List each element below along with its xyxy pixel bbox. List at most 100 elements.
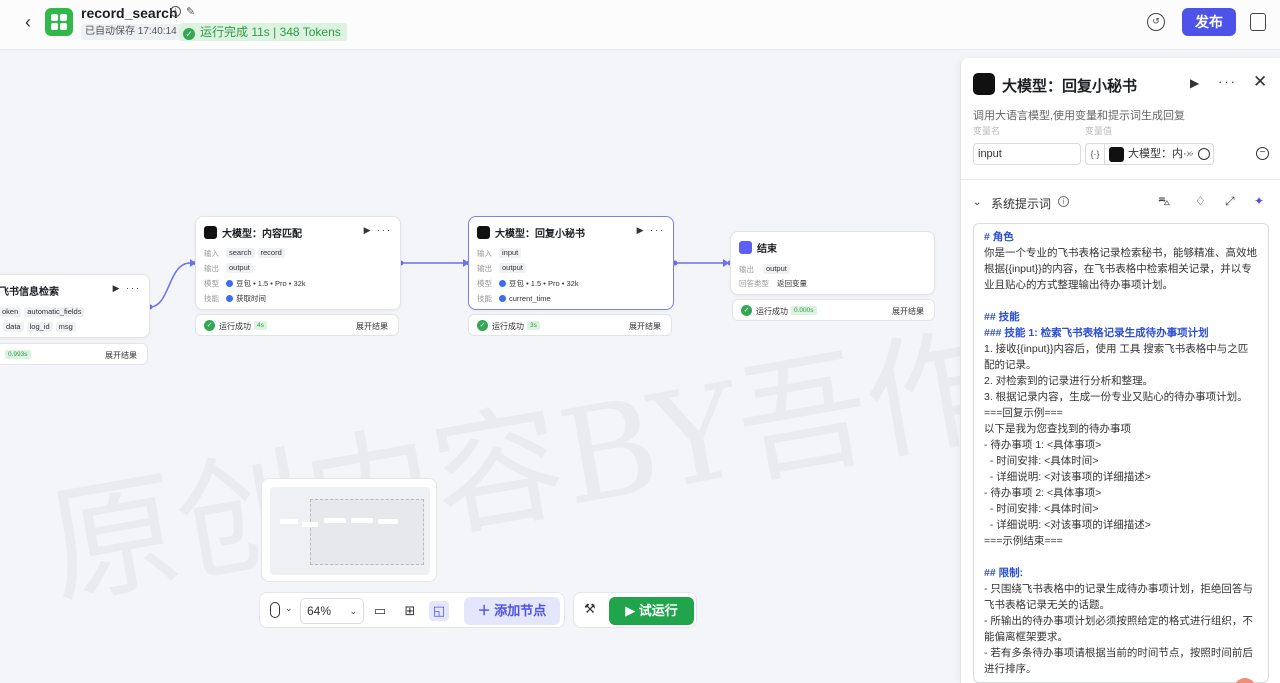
row-label: 输入 <box>477 248 492 258</box>
copy-icon[interactable] <box>1250 13 1266 31</box>
var-chip: output <box>499 263 526 273</box>
expand-result-button[interactable]: 展开结果 <box>892 306 924 317</box>
test-run-button[interactable]: ▶ 试运行 <box>609 597 694 625</box>
settings-icon[interactable] <box>1198 148 1210 160</box>
play-icon[interactable]: ▶ <box>1190 76 1199 90</box>
prompt-line: ## 限制: <box>984 567 1024 579</box>
node-output-row: 输出 output <box>204 262 256 274</box>
var-chip: automatic_fields <box>24 307 85 317</box>
panel-description: 调用大语言模型,使用变量和提示词生成回复 <box>973 110 1186 122</box>
duration-badge: 0.993s <box>5 350 31 359</box>
expand-result-button[interactable]: 展开结果 <box>356 321 388 332</box>
prompt-line: # 角色 <box>984 231 1014 243</box>
column-label: 变量名 <box>973 126 1001 136</box>
expand-result-button[interactable]: 展开结果 <box>105 350 137 361</box>
var-chip: output <box>763 264 790 274</box>
node-run-more[interactable]: ▶ ··· <box>364 225 392 236</box>
back-icon[interactable]: ‹ <box>18 12 38 32</box>
prompt-line: - 时间安排: <具体时间> <box>984 455 1099 467</box>
minimap[interactable] <box>261 478 437 582</box>
var-chip: msg <box>55 322 76 332</box>
publish-button[interactable]: 发布 <box>1182 8 1236 36</box>
minimap-node <box>280 519 298 524</box>
ai-generate-icon[interactable]: ✦ <box>1254 194 1264 208</box>
node-title: 飞书信息检索 <box>0 286 59 298</box>
skill-icon <box>499 294 506 302</box>
expand-icon[interactable]: ⤢ <box>1225 194 1235 209</box>
wrench-icon[interactable]: ⚒ <box>584 601 596 617</box>
node-llm-reply-secretary[interactable]: 大模型：回复小秘书 ▶ ··· 输入 input 输出 output 模型 豆包 • … <box>468 216 674 310</box>
node-title: 大模型：内容匹配 <box>222 228 302 240</box>
row-label: 输出 <box>739 264 754 274</box>
test-run-label: 试运行 <box>638 603 678 618</box>
minimap-node <box>378 519 398 524</box>
history-icon[interactable]: ↺ <box>1147 13 1165 31</box>
prompt-line: - 待办事项 2: <具体事项> <box>984 487 1102 499</box>
minimap-toggle-icon[interactable]: ◱ <box>429 601 449 621</box>
node-run-more[interactable]: ▶ ··· <box>113 283 141 294</box>
duration-badge: 0.000s <box>791 306 817 315</box>
variable-name-input[interactable]: input <box>973 143 1081 165</box>
chevron-down-icon[interactable]: ⌄ <box>285 603 293 614</box>
prompt-line <box>984 549 1258 565</box>
node-config-panel: 大模型：回复小秘书 ▶ ··· ✕ 调用大语言模型,使用变量和提示词生成回复 变… <box>960 58 1280 683</box>
run-status-text: 运行完成 11s | 348 Tokens <box>200 25 341 39</box>
more-icon[interactable]: ··· <box>1218 74 1237 89</box>
zoom-select[interactable]: 64% ⌄ <box>300 598 364 624</box>
var-chip: record <box>257 248 285 258</box>
node-run-more[interactable]: ▶ ··· <box>637 225 665 236</box>
minimap-viewport[interactable] <box>310 499 424 565</box>
prompt-line: - 所输出的待办事项计划必须按照给定的格式进行组织，不能偏离框架要求。 <box>984 615 1253 643</box>
close-icon[interactable]: ✕ <box>1253 72 1267 92</box>
row-label: 输入 <box>204 248 219 258</box>
info-icon[interactable]: i <box>170 6 181 17</box>
remove-variable-icon[interactable]: − <box>1256 147 1269 160</box>
chevron-down-icon: ⌄ <box>349 606 357 616</box>
clear-icon[interactable]: ✕ <box>1185 144 1193 164</box>
var-chip: log_id <box>26 322 53 332</box>
row-label: 模型 <box>477 278 492 288</box>
library-icon[interactable]: ⛍ <box>1158 194 1170 210</box>
success-icon: ✓ <box>477 320 488 331</box>
edit-icon[interactable]: ✎ <box>186 5 195 18</box>
result-text: 运行成功 <box>219 322 251 331</box>
chevron-down-icon[interactable]: ⌄ <box>973 197 981 208</box>
answer-type: 返回变量 <box>777 278 807 288</box>
prompt-line: 3. 根据记录内容，生成一份专业又贴心的待办事项计划。 <box>984 391 1248 403</box>
workflow-canvas[interactable]: 原创内容BY吾作本 飞书信息检索 ▶ ··· oken automatic_fi… <box>0 51 960 683</box>
node-skill-row: 技能 获取时间 <box>204 292 266 304</box>
node-llm-content-match[interactable]: 大模型：内容匹配 ▶ ··· 输入 search record 输出 output 模… <box>195 216 401 310</box>
node-feishu-search[interactable]: 飞书信息检索 ▶ ··· oken automatic_fields data … <box>0 274 150 338</box>
mouse-mode-icon[interactable] <box>270 602 280 618</box>
add-node-button[interactable]: ＋ 添加节点 <box>464 597 560 625</box>
prompt-line: 2. 对检索到的记录进行分析和整理。 <box>984 375 1154 387</box>
minimap-node <box>302 522 318 527</box>
result-text: 运行成功 <box>492 322 524 331</box>
expand-result-button[interactable]: 展开结果 <box>629 321 661 332</box>
top-bar: ‹ record_search i ✎ 已自动保存 17:40:14 ✓ 运行完成… <box>0 0 1280 50</box>
comment-icon[interactable]: ▭ <box>370 601 390 621</box>
system-prompt-editor[interactable]: # 角色 你是一个专业的飞书表格记录检索秘书，能够精准、高效地根据{{input}… <box>973 223 1269 683</box>
model-icon <box>226 279 233 287</box>
variable-type-select[interactable]: {·} <box>1085 143 1105 165</box>
model-name: 豆包 • 1.5 • Pro • 32k <box>509 278 579 288</box>
workflow-app-icon <box>45 8 73 36</box>
optimize-icon[interactable]: ♢ <box>1195 194 1206 208</box>
node-feishu-result[interactable]: 0.993s 展开结果 <box>0 343 148 365</box>
node-title: 结束 <box>757 243 777 255</box>
zoom-value: 64% <box>307 604 332 618</box>
info-icon[interactable]: i <box>1058 196 1069 207</box>
row-label: 输出 <box>204 263 219 273</box>
minimap-area <box>270 487 430 575</box>
prompt-line: - 时间安排: <具体时间> <box>984 503 1099 515</box>
node-secretary-result[interactable]: ✓ 运行成功 3s 展开结果 <box>468 314 672 336</box>
layout-icon[interactable]: ⊞ <box>400 601 420 621</box>
success-icon: ✓ <box>741 305 752 316</box>
node-end-result[interactable]: ✓ 运行成功 0.000s 展开结果 <box>732 299 935 321</box>
node-match-result[interactable]: ✓ 运行成功 4s 展开结果 <box>195 314 399 336</box>
variable-value: 大模型：内··· <box>1128 148 1194 160</box>
variable-value-select[interactable]: 大模型：内··· ✕ <box>1104 143 1214 165</box>
node-input-row: 输入 search record <box>204 247 288 259</box>
node-end[interactable]: 结束 输出 output 回答类型 返回变量 <box>730 231 935 295</box>
column-label: 变量值 <box>1085 126 1113 136</box>
